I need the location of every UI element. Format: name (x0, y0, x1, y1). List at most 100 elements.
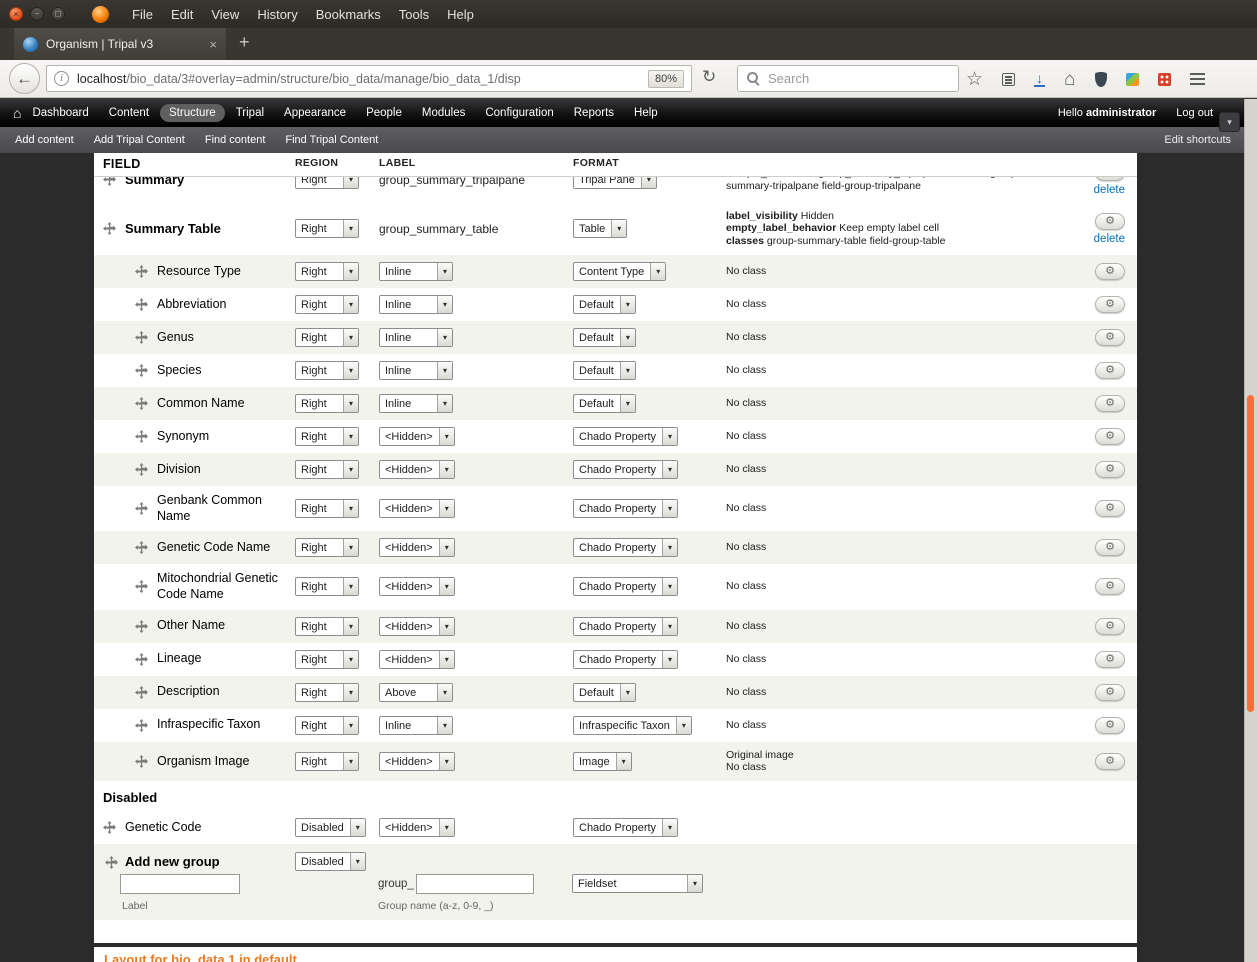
gear-button[interactable]: ⚙ (1095, 717, 1125, 734)
drag-handle[interactable] (135, 463, 148, 476)
region-select[interactable]: Right▾ (295, 394, 359, 413)
drag-handle[interactable] (135, 653, 148, 666)
drag-handle[interactable] (135, 298, 148, 311)
shortcut-add-tripal-content[interactable]: Add Tripal Content (84, 134, 195, 146)
menu-tools[interactable]: Tools (390, 7, 438, 22)
scrollbar-track[interactable] (1244, 99, 1257, 962)
label-select[interactable]: Above▾ (379, 683, 453, 702)
drag-handle[interactable] (135, 719, 148, 732)
search-bar[interactable] (737, 65, 959, 92)
format-select[interactable]: Chado Property▾ (573, 818, 678, 837)
format-select[interactable]: Chado Property▾ (573, 650, 678, 669)
format-select[interactable]: Default▾ (573, 295, 636, 314)
format-select[interactable]: Infraspecific Taxon▾ (573, 716, 692, 735)
shortcut-find-content[interactable]: Find content (195, 134, 276, 146)
menu-history[interactable]: History (248, 7, 306, 22)
drag-handle[interactable] (103, 821, 116, 834)
delete-link[interactable]: delete (1094, 233, 1125, 245)
format-select[interactable]: Table▾ (573, 219, 627, 238)
toolbar-item-configuration[interactable]: Configuration (476, 104, 562, 122)
gear-button[interactable]: ⚙ (1095, 753, 1125, 770)
label-select[interactable]: Inline▾ (379, 394, 453, 413)
label-select[interactable]: Inline▾ (379, 361, 453, 380)
bookmark-star-icon[interactable]: ☆ (966, 70, 983, 89)
toolbar-item-tripal[interactable]: Tripal (227, 104, 273, 122)
format-select[interactable]: Chado Property▾ (573, 577, 678, 596)
menu-bookmarks[interactable]: Bookmarks (307, 7, 390, 22)
drupal-home-icon[interactable]: ⌂ (13, 106, 21, 120)
format-select[interactable]: Content Type▾ (573, 262, 666, 281)
region-select[interactable]: Right▾ (295, 427, 359, 446)
drag-handle[interactable] (135, 755, 148, 768)
shortcut-add-content[interactable]: Add content (5, 134, 84, 146)
gear-button[interactable]: ⚙ (1095, 539, 1125, 556)
reload-button[interactable]: ↻ (702, 67, 716, 87)
gear-button[interactable]: ⚙ (1095, 263, 1125, 280)
label-select[interactable]: <Hidden>▾ (379, 650, 455, 669)
downloads-icon[interactable]: ↓ (1034, 72, 1045, 87)
gear-button[interactable]: ⚙ (1095, 296, 1125, 313)
tab-close-icon[interactable]: × (209, 37, 217, 52)
drag-handle[interactable] (135, 580, 148, 593)
region-select[interactable]: Right▾ (295, 752, 359, 771)
url-bar[interactable]: i localhost/bio_data/3#overlay=admin/str… (46, 65, 692, 92)
gear-button[interactable]: ⚙ (1095, 428, 1125, 445)
label-select[interactable]: <Hidden>▾ (379, 577, 455, 596)
toolbar-item-appearance[interactable]: Appearance (275, 104, 355, 122)
toolbar-item-help[interactable]: Help (625, 104, 667, 122)
region-select[interactable]: Right▾ (295, 499, 359, 518)
drag-handle[interactable] (135, 331, 148, 344)
extension-flask-icon[interactable] (1126, 73, 1139, 86)
bookmarks-list-icon[interactable] (1002, 73, 1015, 86)
toolbar-toggle-caret[interactable]: ▾ (1219, 112, 1240, 132)
region-select[interactable]: Right▾ (295, 361, 359, 380)
format-select[interactable]: Chado Property▾ (573, 538, 678, 557)
window-maximize-button[interactable]: ◻ (51, 7, 65, 21)
window-minimize-button[interactable]: − (30, 7, 44, 21)
region-select[interactable]: Right▾ (295, 716, 359, 735)
menu-file[interactable]: File (123, 7, 162, 22)
label-select[interactable]: <Hidden>▾ (379, 427, 455, 446)
region-select[interactable]: Right▾ (295, 328, 359, 347)
region-select[interactable]: Right▾ (295, 460, 359, 479)
new-tab-button[interactable]: + (233, 32, 256, 53)
format-select[interactable]: Default▾ (573, 683, 636, 702)
label-select[interactable]: <Hidden>▾ (379, 617, 455, 636)
scrollbar-thumb[interactable] (1247, 395, 1254, 712)
drag-handle[interactable] (105, 856, 118, 869)
label-select[interactable]: <Hidden>▾ (379, 818, 455, 837)
region-select[interactable]: Right▾ (295, 617, 359, 636)
site-info-icon[interactable]: i (54, 71, 69, 86)
window-close-button[interactable]: × (9, 7, 23, 21)
drag-handle[interactable] (135, 620, 148, 633)
browser-tab[interactable]: Organism | Tripal v3 × (14, 28, 226, 60)
region-select[interactable]: Right▾ (295, 219, 359, 238)
gear-button[interactable]: ⚙ (1095, 362, 1125, 379)
menu-view[interactable]: View (202, 7, 248, 22)
region-select[interactable]: Disabled▾ (295, 852, 366, 871)
region-select[interactable]: Right▾ (295, 683, 359, 702)
shortcut-find-tripal-content[interactable]: Find Tripal Content (275, 134, 388, 146)
gear-button[interactable]: ⚙ (1095, 500, 1125, 517)
region-select[interactable]: Right▾ (295, 262, 359, 281)
toolbar-item-dashboard[interactable]: Dashboard (23, 104, 97, 122)
gear-button[interactable]: ⚙ (1095, 684, 1125, 701)
label-select[interactable]: <Hidden>▾ (379, 538, 455, 557)
format-select[interactable]: Default▾ (573, 328, 636, 347)
format-select[interactable]: Chado Property▾ (573, 617, 678, 636)
gear-button[interactable]: ⚙ (1095, 578, 1125, 595)
drag-handle[interactable] (135, 265, 148, 278)
label-select[interactable]: Inline▾ (379, 295, 453, 314)
layout-link[interactable]: Layout for bio_data 1 in default (104, 952, 297, 962)
delete-link[interactable]: delete (1094, 184, 1125, 196)
toolbar-item-people[interactable]: People (357, 104, 411, 122)
gear-button[interactable]: ⚙ (1095, 618, 1125, 635)
region-select[interactable]: Right▾ (295, 650, 359, 669)
hamburger-menu-icon[interactable] (1190, 73, 1205, 85)
format-select[interactable]: Image▾ (573, 752, 632, 771)
format-select[interactable]: Chado Property▾ (573, 499, 678, 518)
format-select[interactable]: Fieldset▾ (572, 874, 703, 893)
group-label-input[interactable] (120, 874, 240, 894)
toolbar-item-content[interactable]: Content (100, 104, 158, 122)
toolbar-item-modules[interactable]: Modules (413, 104, 474, 122)
